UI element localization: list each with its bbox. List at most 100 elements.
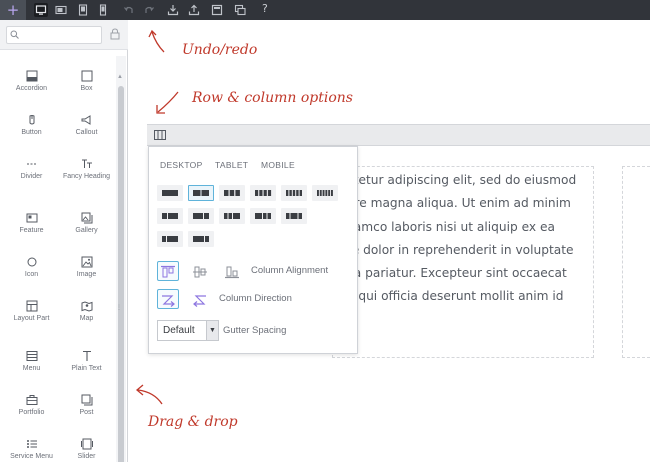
row-toolbar[interactable] [147, 124, 650, 146]
layout-1-col[interactable] [157, 185, 183, 201]
layout-3-col[interactable] [219, 185, 245, 201]
widget-label: Post [79, 409, 94, 416]
widget-portfolio[interactable]: Portfolio [4, 390, 59, 434]
column-cell[interactable] [622, 166, 650, 358]
desktop-view-button[interactable] [34, 3, 48, 17]
undo-button[interactable] [122, 3, 136, 17]
direction-rtl-button[interactable] [189, 289, 211, 309]
map-icon [81, 301, 92, 312]
direction-ltr-button[interactable] [157, 289, 179, 309]
widget-label: Callout [75, 129, 98, 136]
add-element-button[interactable]: + [0, 0, 26, 20]
align-center-button[interactable] [189, 261, 211, 281]
widget-icon[interactable]: Icon [4, 252, 59, 296]
import-button[interactable] [166, 3, 180, 17]
image-icon [81, 256, 92, 268]
widget-image[interactable]: Image [59, 252, 114, 296]
icon-widget-icon [27, 257, 36, 267]
scroll-up-arrow-icon[interactable]: ▲ [117, 74, 123, 80]
text-line: ore magna aliqua. Ut enim ad minim [347, 196, 571, 211]
plain-text-icon [82, 350, 91, 361]
layout-6-col[interactable] [312, 185, 338, 201]
export-button[interactable] [187, 3, 201, 17]
tab-mobile[interactable]: MOBILE [261, 160, 295, 170]
layout-1-3[interactable] [157, 231, 183, 247]
slider-icon [80, 438, 93, 450]
search-input[interactable] [6, 26, 102, 44]
sidebar-scrollbar-thumb[interactable] [118, 86, 124, 462]
layout-1-1-2[interactable] [219, 208, 245, 224]
layout-2-1[interactable] [188, 208, 214, 224]
layout-4-col[interactable] [250, 185, 276, 201]
layout-2-1-1[interactable] [250, 208, 276, 224]
import-icon [167, 5, 179, 16]
layout-1-2[interactable] [157, 208, 183, 224]
widget-label: Portfolio [18, 409, 45, 416]
mobile-icon [99, 4, 107, 16]
tablet-portrait-view-button[interactable] [76, 3, 90, 17]
help-button[interactable]: ? [262, 2, 268, 15]
gutter-spacing-label: Gutter Spacing [223, 325, 287, 336]
gallery-icon [81, 212, 92, 224]
align-top-icon [161, 265, 175, 278]
annotation-row-column: Row & column options [192, 90, 353, 106]
widget-plain-text[interactable]: Plain Text [59, 346, 114, 390]
sidebar-resize-handle-icon[interactable]: ⋮ [116, 304, 122, 311]
widget-map[interactable]: Map [59, 296, 114, 340]
widget-divider[interactable]: Divider [4, 154, 59, 198]
align-top-button[interactable] [157, 261, 179, 281]
menu-icon [26, 351, 37, 361]
tab-desktop[interactable]: DESKTOP [160, 160, 203, 170]
layout-icon [211, 4, 223, 16]
layout-1-2-1[interactable] [281, 208, 307, 224]
search-bar [0, 20, 128, 50]
duplicate-button[interactable] [233, 3, 247, 17]
tablet-portrait-icon [78, 4, 88, 16]
widget-label: Image [76, 271, 97, 278]
widget-service-menu[interactable]: Service Menu [4, 434, 59, 462]
widget-layout-part[interactable]: Layout Part [4, 296, 59, 340]
tablet-landscape-view-button[interactable] [54, 3, 68, 17]
widget-button[interactable]: Button [4, 110, 59, 154]
layouts-button[interactable] [210, 3, 224, 17]
widget-label: Service Menu [10, 453, 53, 460]
widget-feature[interactable]: Feature [4, 208, 59, 252]
widget-menu[interactable]: Menu [4, 346, 59, 390]
text-line: llamco laboris nisi ut aliquip ex ea [347, 219, 555, 234]
align-center-icon [193, 266, 207, 278]
duplicate-icon [234, 4, 246, 16]
column-alignment-label: Column Alignment [251, 265, 329, 276]
lock-icon[interactable] [110, 28, 120, 40]
top-toolbar: + ? [0, 0, 650, 20]
widget-gallery[interactable]: Gallery [59, 208, 114, 252]
widget-accordion[interactable]: Accordion [4, 66, 59, 110]
tab-tablet[interactable]: TABLET [215, 160, 248, 170]
widget-box[interactable]: Box [59, 66, 114, 110]
button-icon [29, 115, 34, 125]
widget-slider[interactable]: Slider [59, 434, 114, 462]
layout-2-col[interactable] [188, 185, 214, 201]
layout-5-col[interactable] [281, 185, 307, 201]
callout-icon [81, 115, 90, 125]
mobile-view-button[interactable] [96, 3, 110, 17]
widget-post[interactable]: Post [59, 390, 114, 434]
drag-drop-arrow-icon [135, 384, 163, 405]
text-line: lla pariatur. Excepteur sint occaecat [347, 266, 567, 281]
layout-3-1[interactable] [188, 231, 214, 247]
undo-redo-arrow-icon [148, 29, 165, 53]
box-icon [81, 70, 92, 82]
undo-icon [124, 6, 133, 13]
row-options-popup: DESKTOP TABLET MOBILE Column Alignment C… [148, 146, 358, 354]
widget-label: Map [79, 315, 94, 322]
layout-part-icon [26, 300, 37, 312]
widget-callout[interactable]: Callout [59, 110, 114, 154]
row-columns-icon[interactable] [154, 129, 166, 141]
widget-fancy-heading[interactable]: Fancy Heading [59, 154, 114, 198]
widget-label: Icon [24, 271, 39, 278]
widget-grid: Accordion Box Button Callout Divider Fan… [4, 56, 114, 462]
redo-button[interactable] [142, 3, 156, 17]
export-icon [188, 4, 200, 16]
widget-label: Fancy Heading [62, 173, 111, 180]
chevron-down-icon[interactable]: ▼ [206, 320, 219, 341]
align-bottom-button[interactable] [221, 261, 243, 281]
